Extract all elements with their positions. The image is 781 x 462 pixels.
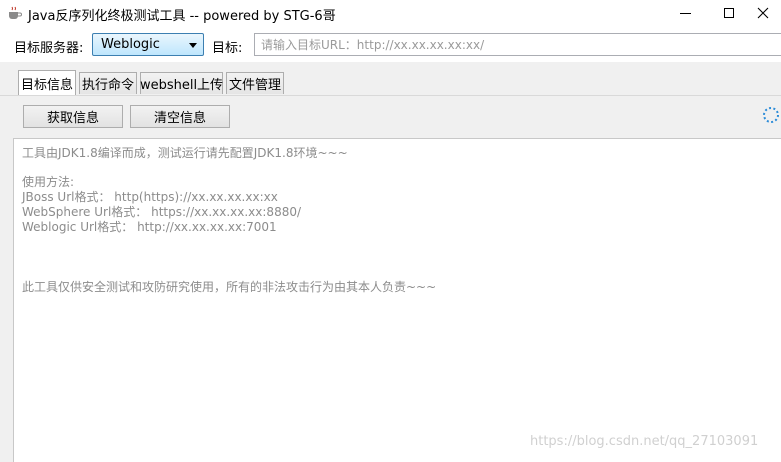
target-url-input[interactable]: [254, 33, 781, 56]
output-line: Weblogic Url格式： http://xx.xx.xx.xx:7001: [22, 220, 277, 234]
output-line: 此工具仅供安全测试和攻防研究使用，所有的非法攻击行为由其本人负责~~~: [22, 280, 437, 294]
target-label: 目标:: [212, 41, 243, 56]
fetch-info-button[interactable]: 获取信息: [23, 105, 123, 128]
clear-info-button[interactable]: 清空信息: [130, 105, 230, 128]
server-label: 目标服务器:: [14, 41, 84, 56]
maximize-icon: [724, 8, 734, 18]
watermark: https://blog.csdn.net/qq_27103091: [530, 434, 759, 449]
minimize-icon: [679, 12, 691, 14]
chevron-down-icon: [189, 43, 197, 48]
output-line: 工具由JDK1.8编译而成，测试运行请先配置JDK1.8环境~~~: [22, 146, 348, 160]
tab-file-manager[interactable]: 文件管理: [226, 72, 284, 94]
coffee-cup-icon: [9, 6, 22, 19]
server-select-value: Weblogic: [101, 37, 160, 52]
tab-webshell-upload[interactable]: webshell上传: [140, 72, 223, 94]
tab-execute-command[interactable]: 执行命令: [79, 72, 137, 94]
window-title: Java反序列化终极测试工具 -- powered by STG-6哥: [28, 9, 336, 24]
loading-spinner-icon: [763, 107, 779, 123]
minimize-button[interactable]: [662, 0, 708, 26]
output-textarea[interactable]: 工具由JDK1.8编译而成，测试运行请先配置JDK1.8环境~~~ 使用方法: …: [13, 138, 781, 462]
server-select[interactable]: Weblogic: [92, 33, 204, 56]
title-bar: Java反序列化终极测试工具 -- powered by STG-6哥: [0, 0, 781, 26]
close-button[interactable]: [740, 0, 781, 26]
close-icon: [757, 7, 769, 19]
tab-target-info[interactable]: 目标信息: [18, 70, 76, 95]
